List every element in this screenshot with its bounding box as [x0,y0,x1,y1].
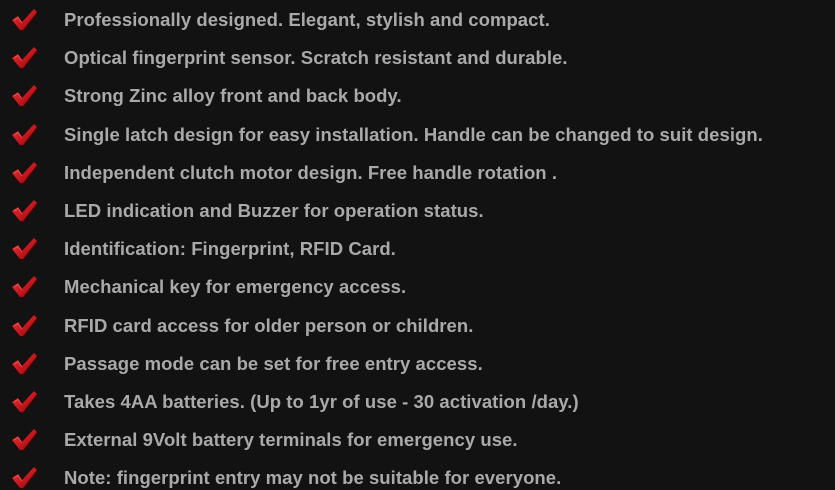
feature-text: Optical fingerprint sensor. Scratch resi… [64,47,568,69]
check-mark-icon [11,466,38,490]
feature-text: Single latch design for easy installatio… [64,123,763,145]
feature-text: Note: fingerprint entry may not be suita… [64,467,562,489]
feature-text: Mechanical key for emergency access. [64,276,407,298]
feature-text: Identification: Fingerprint, RFID Card. [64,238,396,260]
check-mark-icon [11,314,38,338]
feature-text: Independent clutch motor design. Free ha… [64,161,558,183]
list-item: External 9Volt battery terminals for eme… [0,421,835,459]
list-item: Takes 4AA batteries. (Up to 1yr of use -… [0,383,835,421]
list-item: Mechanical key for emergency access. [0,268,835,306]
check-mark-icon [11,237,38,262]
check-mark-icon [11,275,38,300]
check-mark-icon [11,428,38,453]
list-item: Independent clutch motor design. Free ha… [0,154,835,192]
list-item: RFID card access for older person or chi… [0,307,835,345]
feature-text: Passage mode can be set for free entry a… [64,352,483,374]
feature-text: RFID card access for older person or chi… [64,314,474,336]
feature-list: Professionally designed. Elegant, stylis… [0,1,835,490]
check-mark-icon [11,161,38,185]
list-item: LED indication and Buzzer for operation … [0,192,835,230]
list-item: Single latch design for easy installatio… [0,116,835,154]
list-item: Passage mode can be set for free entry a… [0,345,835,383]
feature-text: External 9Volt battery terminals for eme… [64,429,518,451]
check-mark-icon [11,390,38,414]
feature-text: Strong Zinc alloy front and back body. [64,85,402,107]
check-mark-icon [11,46,38,71]
list-item: Optical fingerprint sensor. Scratch resi… [0,39,835,77]
feature-text: Professionally designed. Elegant, stylis… [64,9,550,31]
list-item: Identification: Fingerprint, RFID Card. [0,230,835,268]
check-mark-icon [11,352,38,376]
list-item: Strong Zinc alloy front and back body. [0,77,835,115]
check-mark-icon [11,123,38,147]
feature-text: Takes 4AA batteries. (Up to 1yr of use -… [64,390,579,412]
check-mark-icon [11,84,38,109]
list-item: Professionally designed. Elegant, stylis… [0,1,835,39]
check-mark-icon [11,8,38,33]
list-item: Note: fingerprint entry may not be suita… [0,459,835,490]
check-mark-icon [11,199,38,224]
feature-text: LED indication and Buzzer for operation … [64,200,484,222]
feature-list-panel: Professionally designed. Elegant, stylis… [0,0,835,490]
